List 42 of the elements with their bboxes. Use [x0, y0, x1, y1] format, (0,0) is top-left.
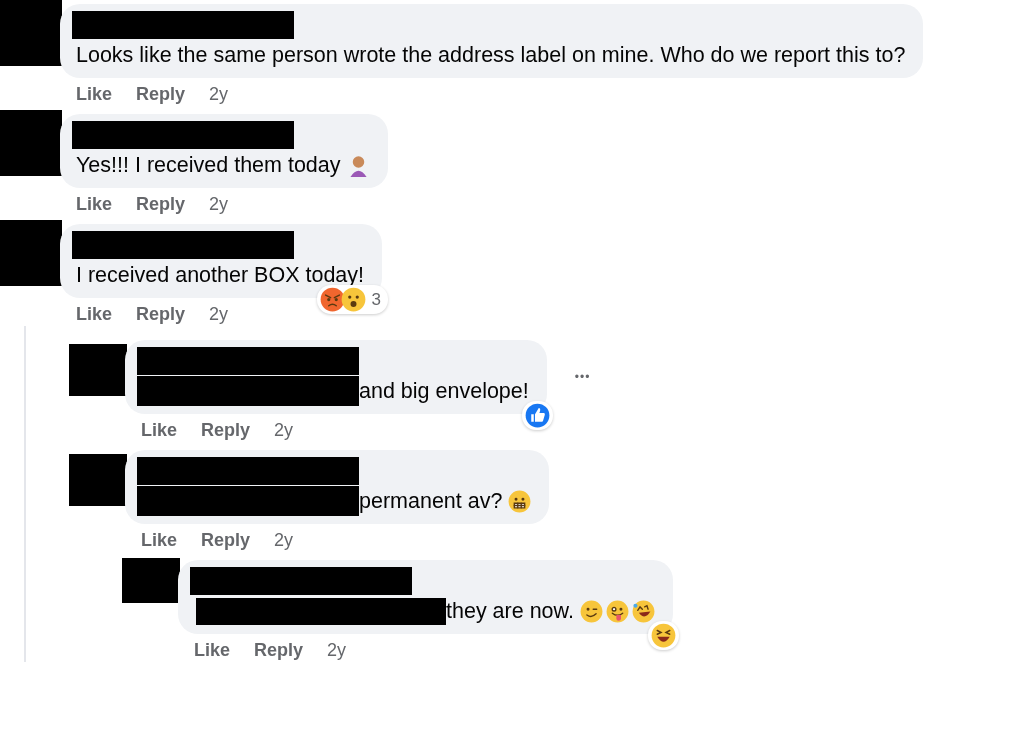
laughing-face-icon: [631, 599, 655, 623]
grimacing-face-icon: [508, 489, 532, 513]
more-options-button[interactable]: •••: [574, 370, 591, 384]
avatar[interactable]: [122, 558, 180, 603]
comment-text: and big envelope!: [359, 378, 529, 405]
comment-action-link[interactable]: Reply: [201, 528, 251, 552]
comment-action-link[interactable]: Like: [141, 528, 178, 552]
comment-action-link[interactable]: Like: [76, 192, 113, 216]
avatar[interactable]: [0, 0, 62, 66]
laughing-face-icon: [650, 623, 676, 648]
timestamp: 2y: [209, 193, 229, 216]
thumbs-up-icon: [524, 403, 550, 428]
angry-face-icon: [319, 287, 345, 312]
reaction-badge[interactable]: 3: [316, 285, 389, 314]
timestamp: 2y: [209, 83, 229, 106]
timestamp: 2y: [274, 529, 294, 552]
reaction-count: 3: [371, 289, 383, 310]
timestamp: 2y: [209, 303, 229, 326]
reaction-badge[interactable]: [521, 401, 553, 430]
comment-action-link[interactable]: Like: [76, 302, 113, 326]
avatar[interactable]: [0, 220, 62, 286]
comment-text: Yes!!! I received them today: [76, 152, 341, 179]
comment-action-link[interactable]: Like: [194, 638, 231, 662]
comment-text: permanent av?: [359, 488, 503, 515]
comment-action-link[interactable]: Reply: [136, 82, 186, 106]
timestamp: 2y: [327, 639, 347, 662]
tongue-face-icon: [605, 599, 629, 623]
avatar[interactable]: [69, 344, 127, 396]
timestamp: 2y: [274, 419, 294, 442]
comment-action-link[interactable]: Reply: [136, 192, 186, 216]
comment-text: Looks like the same person wrote the address label on mine. Who do we report this to?: [76, 42, 906, 69]
comment-action-link[interactable]: Like: [76, 82, 113, 106]
comment-text: they are now.: [446, 598, 574, 625]
surprised-face-icon: [340, 287, 366, 312]
avatar[interactable]: [69, 454, 127, 506]
winking-face-icon: [579, 599, 603, 623]
reaction-badge[interactable]: [647, 621, 679, 650]
comment-action-link[interactable]: Like: [141, 418, 178, 442]
comment-action-link[interactable]: Reply: [254, 638, 304, 662]
comment-action-link[interactable]: Reply: [201, 418, 251, 442]
avatar[interactable]: [0, 110, 62, 176]
comment-action-link[interactable]: Reply: [136, 302, 186, 326]
